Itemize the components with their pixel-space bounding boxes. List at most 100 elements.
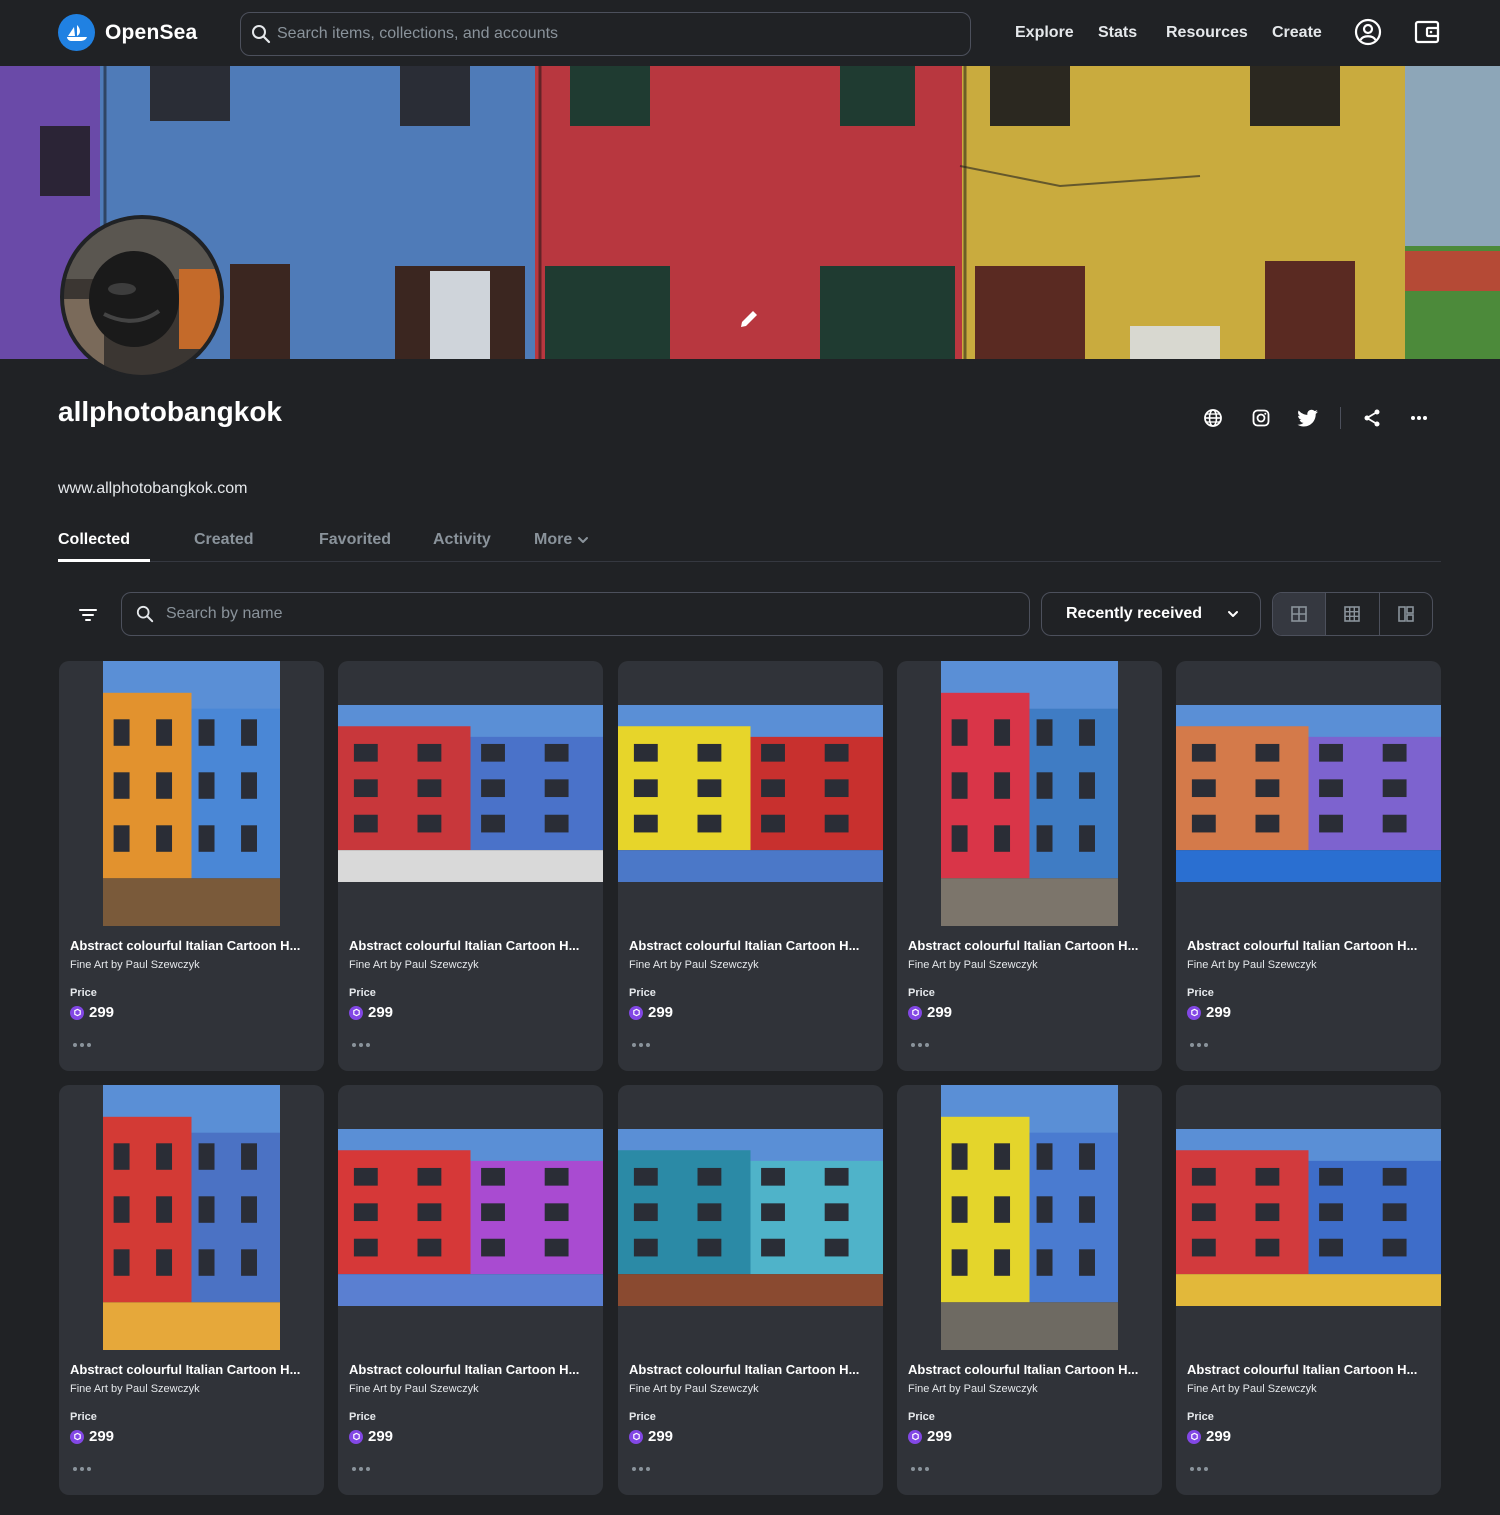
card-more-icon[interactable] [1190, 1041, 1208, 1049]
nav-stats[interactable]: Stats [1098, 24, 1137, 42]
wallet-icon[interactable] [1413, 18, 1441, 46]
nft-collection[interactable]: Fine Art by Paul Szewczyk [908, 1383, 1038, 1395]
nft-card[interactable]: Abstract colourful Italian Cartoon H... F… [1176, 1085, 1441, 1495]
profile-website[interactable]: www.allphotobangkok.com [58, 480, 247, 498]
nft-title[interactable]: Abstract colourful Italian Cartoon H... [1187, 938, 1432, 953]
profile-avatar[interactable] [60, 215, 224, 379]
search-icon [252, 25, 271, 44]
nft-image[interactable] [59, 1085, 324, 1350]
nav-resources[interactable]: Resources [1166, 24, 1248, 42]
nft-price: 299 [908, 1004, 952, 1021]
price-label: Price [349, 987, 376, 999]
nft-title[interactable]: Abstract colourful Italian Cartoon H... [1187, 1362, 1432, 1377]
nft-image[interactable] [1176, 1085, 1441, 1350]
search-by-name-placeholder: Search by name [166, 605, 283, 622]
price-label: Price [908, 1411, 935, 1423]
small-grid-view-button[interactable] [1326, 593, 1380, 635]
nft-price-value: 299 [648, 1004, 674, 1021]
nft-price-value: 299 [368, 1428, 394, 1445]
nft-collection[interactable]: Fine Art by Paul Szewczyk [629, 959, 759, 971]
nft-card[interactable]: Abstract colourful Italian Cartoon H... F… [59, 1085, 324, 1495]
view-mode-toggle [1272, 592, 1433, 636]
card-more-icon[interactable] [73, 1041, 91, 1049]
nft-image[interactable] [897, 1085, 1162, 1350]
nft-price: 299 [629, 1428, 673, 1445]
nft-card[interactable]: Abstract colourful Italian Cartoon H... F… [59, 661, 324, 1071]
price-label: Price [1187, 987, 1214, 999]
nav-explore[interactable]: Explore [1015, 24, 1074, 42]
nft-collection[interactable]: Fine Art by Paul Szewczyk [908, 959, 1038, 971]
price-label: Price [629, 1411, 656, 1423]
share-icon[interactable] [1358, 404, 1386, 432]
nft-image[interactable] [338, 661, 603, 926]
nft-collection[interactable]: Fine Art by Paul Szewczyk [349, 959, 479, 971]
nft-image[interactable] [897, 661, 1162, 926]
nft-title[interactable]: Abstract colourful Italian Cartoon H... [349, 938, 594, 953]
nft-image[interactable] [59, 661, 324, 926]
nft-price: 299 [349, 1428, 393, 1445]
nft-title[interactable]: Abstract colourful Italian Cartoon H... [629, 938, 874, 953]
nft-title[interactable]: Abstract colourful Italian Cartoon H... [908, 938, 1153, 953]
nft-card[interactable]: Abstract colourful Italian Cartoon H... F… [338, 661, 603, 1071]
brand-name: OpenSea [105, 20, 198, 44]
polygon-token-icon [70, 1429, 84, 1444]
opensea-logo[interactable]: OpenSea [58, 14, 197, 51]
card-more-icon[interactable] [73, 1465, 91, 1473]
tab-created[interactable]: Created [194, 531, 254, 549]
tab-activity[interactable]: Activity [433, 531, 491, 549]
tab-more[interactable]: More [534, 531, 590, 549]
nav-create[interactable]: Create [1272, 24, 1322, 42]
nft-collection[interactable]: Fine Art by Paul Szewczyk [70, 959, 200, 971]
global-search-input[interactable]: Search items, collections, and accounts [240, 12, 971, 56]
card-more-icon[interactable] [632, 1465, 650, 1473]
nft-title[interactable]: Abstract colourful Italian Cartoon H... [349, 1362, 594, 1377]
card-more-icon[interactable] [632, 1041, 650, 1049]
more-icon[interactable] [1405, 404, 1433, 432]
nft-title[interactable]: Abstract colourful Italian Cartoon H... [908, 1362, 1153, 1377]
nft-collection[interactable]: Fine Art by Paul Szewczyk [629, 1383, 759, 1395]
sort-dropdown[interactable]: Recently received [1041, 592, 1261, 636]
card-more-icon[interactable] [352, 1041, 370, 1049]
globe-icon[interactable] [1199, 404, 1227, 432]
nft-price: 299 [70, 1428, 114, 1445]
nft-image[interactable] [618, 661, 883, 926]
tab-favorited[interactable]: Favorited [319, 531, 391, 549]
nft-image[interactable] [338, 1085, 603, 1350]
nft-price-value: 299 [927, 1428, 953, 1445]
card-more-icon[interactable] [911, 1041, 929, 1049]
large-grid-view-button[interactable] [1273, 593, 1327, 635]
card-more-icon[interactable] [911, 1465, 929, 1473]
nft-collection[interactable]: Fine Art by Paul Szewczyk [1187, 1383, 1317, 1395]
nft-card[interactable]: Abstract colourful Italian Cartoon H... F… [897, 661, 1162, 1071]
mosaic-view-button[interactable] [1380, 593, 1432, 635]
nft-collection[interactable]: Fine Art by Paul Szewczyk [70, 1383, 200, 1395]
nft-collection[interactable]: Fine Art by Paul Szewczyk [349, 1383, 479, 1395]
polygon-token-icon [908, 1429, 922, 1444]
polygon-token-icon [349, 1005, 363, 1020]
nft-card[interactable]: Abstract colourful Italian Cartoon H... F… [1176, 661, 1441, 1071]
nft-card[interactable]: Abstract colourful Italian Cartoon H... F… [618, 661, 883, 1071]
search-by-name-input[interactable]: Search by name [121, 592, 1030, 636]
instagram-icon[interactable] [1247, 404, 1275, 432]
global-search-placeholder: Search items, collections, and accounts [277, 25, 559, 42]
nft-image[interactable] [618, 1085, 883, 1350]
nft-collection[interactable]: Fine Art by Paul Szewczyk [1187, 959, 1317, 971]
tab-collected[interactable]: Collected [58, 531, 130, 549]
filter-toggle-button[interactable] [70, 597, 106, 633]
profile-tabs: Collected Created Favorited Activity Mor… [58, 520, 1441, 562]
mosaic-icon [1398, 606, 1414, 622]
nft-card[interactable]: Abstract colourful Italian Cartoon H... F… [618, 1085, 883, 1495]
nft-card[interactable]: Abstract colourful Italian Cartoon H... F… [338, 1085, 603, 1495]
card-more-icon[interactable] [1190, 1465, 1208, 1473]
nft-price-value: 299 [927, 1004, 953, 1021]
twitter-icon[interactable] [1294, 404, 1322, 432]
nft-image[interactable] [1176, 661, 1441, 926]
nft-title[interactable]: Abstract colourful Italian Cartoon H... [70, 1362, 315, 1377]
account-icon[interactable] [1354, 18, 1382, 46]
nft-card[interactable]: Abstract colourful Italian Cartoon H... F… [897, 1085, 1162, 1495]
nft-title[interactable]: Abstract colourful Italian Cartoon H... [70, 938, 315, 953]
card-more-icon[interactable] [352, 1465, 370, 1473]
pencil-icon[interactable] [738, 308, 760, 330]
nft-price-value: 299 [1206, 1428, 1232, 1445]
nft-title[interactable]: Abstract colourful Italian Cartoon H... [629, 1362, 874, 1377]
